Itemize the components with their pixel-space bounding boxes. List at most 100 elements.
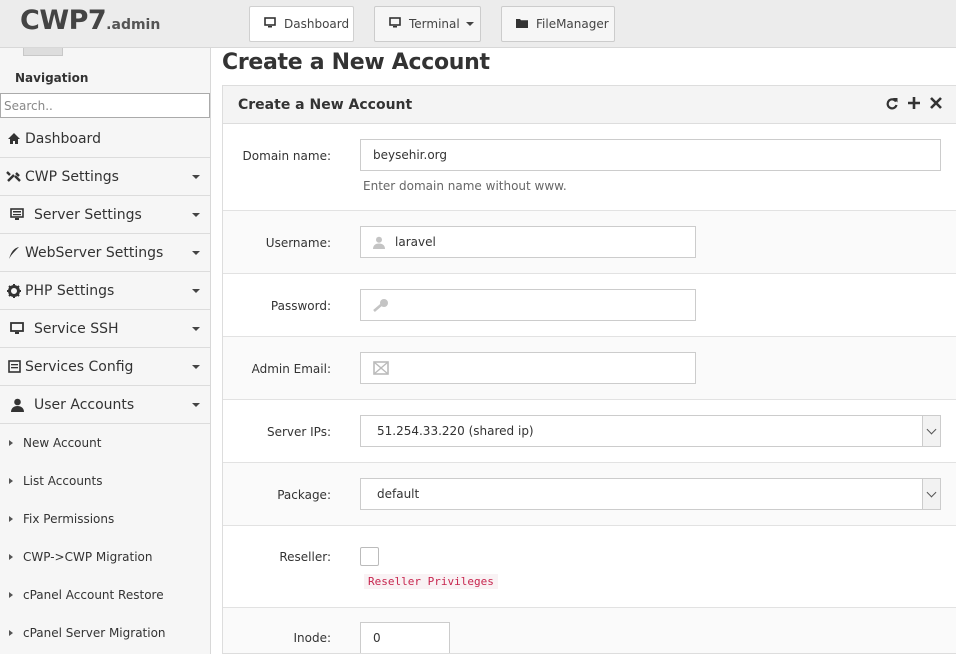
sidebar-menu: Dashboard CWP Settings Server Settings W… bbox=[0, 120, 210, 652]
server-ips-select[interactable]: 51.254.33.220 (shared ip) bbox=[360, 415, 941, 447]
server-icon bbox=[8, 208, 26, 221]
chevron-down-icon bbox=[192, 213, 200, 217]
sidebar-item-label: CWP Settings bbox=[25, 168, 119, 185]
terminal-button[interactable]: Terminal bbox=[374, 6, 481, 42]
sidebar-subitem-cpanel-server-migration[interactable]: cPanel Server Migration bbox=[0, 614, 210, 652]
inode-input[interactable]: 0 bbox=[360, 622, 450, 653]
chevron-down-icon bbox=[192, 403, 200, 407]
chevron-down-icon bbox=[192, 175, 200, 179]
sidebar-item-label: User Accounts bbox=[34, 396, 135, 413]
sidebar-item-label: Server Settings bbox=[34, 206, 142, 223]
sidebar-item-label: PHP Settings bbox=[25, 282, 115, 299]
gear-icon bbox=[5, 283, 23, 298]
sidebar-item-server-settings[interactable]: Server Settings bbox=[0, 196, 210, 234]
password-label: Password: bbox=[270, 299, 331, 313]
sidebar-subitem-label: New Account bbox=[23, 436, 102, 450]
monitor-icon bbox=[389, 17, 401, 31]
sidebar-item-label: Dashboard bbox=[25, 130, 101, 147]
form-row-inode: Inode: 0 bbox=[223, 608, 956, 653]
form-row-domain: Domain name: beysehir.org Enter domain n… bbox=[223, 124, 956, 211]
username-value: laravel bbox=[395, 235, 436, 249]
top-bar: CWP7.admin Dashboard Terminal FileManage… bbox=[0, 0, 956, 48]
sidebar-subitem-cpanel-account-restore[interactable]: cPanel Account Restore bbox=[0, 576, 210, 614]
chevron-down-icon bbox=[192, 289, 200, 293]
sidebar-item-php-settings[interactable]: PHP Settings bbox=[0, 272, 210, 310]
key-icon bbox=[373, 298, 389, 312]
sidebar-subitem-label: Fix Permissions bbox=[23, 512, 115, 526]
sidebar-search-input[interactable] bbox=[0, 93, 210, 118]
sidebar-subitem-label: List Accounts bbox=[23, 474, 103, 488]
filemanager-button[interactable]: FileManager bbox=[501, 6, 615, 42]
caret-right-icon bbox=[9, 554, 13, 560]
domain-input[interactable]: beysehir.org bbox=[360, 139, 941, 171]
chevron-down-icon bbox=[192, 251, 200, 255]
sidebar-title: Navigation bbox=[15, 71, 89, 85]
form-row-password: Password: bbox=[223, 274, 956, 337]
page-title: Create a New Account bbox=[222, 50, 490, 75]
panel-header: Create a New Account bbox=[223, 86, 956, 124]
chevron-down-icon bbox=[922, 479, 940, 509]
sidebar-collapse-handle[interactable] bbox=[23, 48, 63, 56]
reseller-label: Reseller: bbox=[279, 550, 331, 564]
envelope-icon bbox=[373, 361, 389, 375]
chevron-down-icon bbox=[922, 416, 940, 446]
domain-value: beysehir.org bbox=[373, 148, 448, 162]
sidebar-item-label: Service SSH bbox=[34, 320, 119, 337]
feather-icon bbox=[5, 246, 23, 260]
sidebar-subitem-label: cPanel Account Restore bbox=[23, 588, 164, 602]
email-input[interactable] bbox=[360, 352, 696, 384]
package-value: default bbox=[377, 487, 420, 501]
dashboard-button[interactable]: Dashboard bbox=[249, 6, 354, 42]
brand-logo[interactable]: CWP7.admin bbox=[20, 5, 160, 36]
dashboard-button-label: Dashboard bbox=[284, 17, 350, 31]
package-select[interactable]: default bbox=[360, 478, 941, 510]
chevron-down-icon bbox=[192, 365, 200, 369]
inode-label: Inode: bbox=[293, 631, 331, 645]
form-row-package: Package: default bbox=[223, 463, 956, 526]
domain-help-text: Enter domain name without www. bbox=[363, 179, 567, 193]
sidebar-subitem-new-account[interactable]: New Account bbox=[0, 424, 210, 462]
sidebar-item-label: WebServer Settings bbox=[25, 244, 164, 261]
sidebar-subitem-label: CWP->CWP Migration bbox=[23, 550, 153, 564]
terminal-button-label: Terminal bbox=[409, 17, 460, 31]
username-input[interactable]: laravel bbox=[360, 226, 696, 258]
monitor-icon bbox=[8, 322, 26, 335]
plus-icon[interactable] bbox=[908, 97, 920, 113]
sidebar-item-dashboard[interactable]: Dashboard bbox=[0, 120, 210, 158]
sidebar-item-user-accounts[interactable]: User Accounts bbox=[0, 386, 210, 424]
sidebar-subitem-cwp-migration[interactable]: CWP->CWP Migration bbox=[0, 538, 210, 576]
close-icon[interactable] bbox=[930, 97, 942, 113]
chevron-down-icon bbox=[465, 22, 474, 26]
panel-tools bbox=[886, 97, 942, 113]
home-icon bbox=[5, 132, 23, 145]
sidebar-subitem-list-accounts[interactable]: List Accounts bbox=[0, 462, 210, 500]
brand-name: CWP7 bbox=[20, 5, 107, 36]
sidebar-item-service-ssh[interactable]: Service SSH bbox=[0, 310, 210, 348]
user-icon bbox=[373, 236, 385, 249]
brand-suffix: .admin bbox=[106, 17, 161, 33]
chevron-down-icon bbox=[192, 327, 200, 331]
package-label: Package: bbox=[277, 488, 331, 502]
reseller-privileges-note: Reseller Privileges bbox=[364, 574, 498, 589]
form-row-email: Admin Email: bbox=[223, 337, 956, 400]
caret-right-icon bbox=[9, 440, 13, 446]
form-row-server-ips: Server IPs: 51.254.33.220 (shared ip) bbox=[223, 400, 956, 463]
inode-value: 0 bbox=[373, 631, 381, 645]
sidebar-item-webserver-settings[interactable]: WebServer Settings bbox=[0, 234, 210, 272]
reseller-checkbox[interactable] bbox=[360, 547, 379, 566]
username-label: Username: bbox=[265, 236, 331, 250]
caret-right-icon bbox=[9, 478, 13, 484]
form-row-username: Username: laravel bbox=[223, 211, 956, 274]
server-ips-label: Server IPs: bbox=[266, 425, 331, 439]
server-ips-value: 51.254.33.220 (shared ip) bbox=[377, 424, 534, 438]
monitor-icon bbox=[264, 17, 276, 31]
sidebar-item-cwp-settings[interactable]: CWP Settings bbox=[0, 158, 210, 196]
form-row-reseller: Reseller: Reseller Privileges bbox=[223, 526, 956, 608]
refresh-icon[interactable] bbox=[886, 97, 898, 113]
sidebar-subitem-fix-permissions[interactable]: Fix Permissions bbox=[0, 500, 210, 538]
domain-label: Domain name: bbox=[242, 149, 331, 163]
caret-right-icon bbox=[9, 516, 13, 522]
sidebar-item-services-config[interactable]: Services Config bbox=[0, 348, 210, 386]
password-input[interactable] bbox=[360, 289, 696, 321]
tools-icon bbox=[5, 170, 23, 183]
